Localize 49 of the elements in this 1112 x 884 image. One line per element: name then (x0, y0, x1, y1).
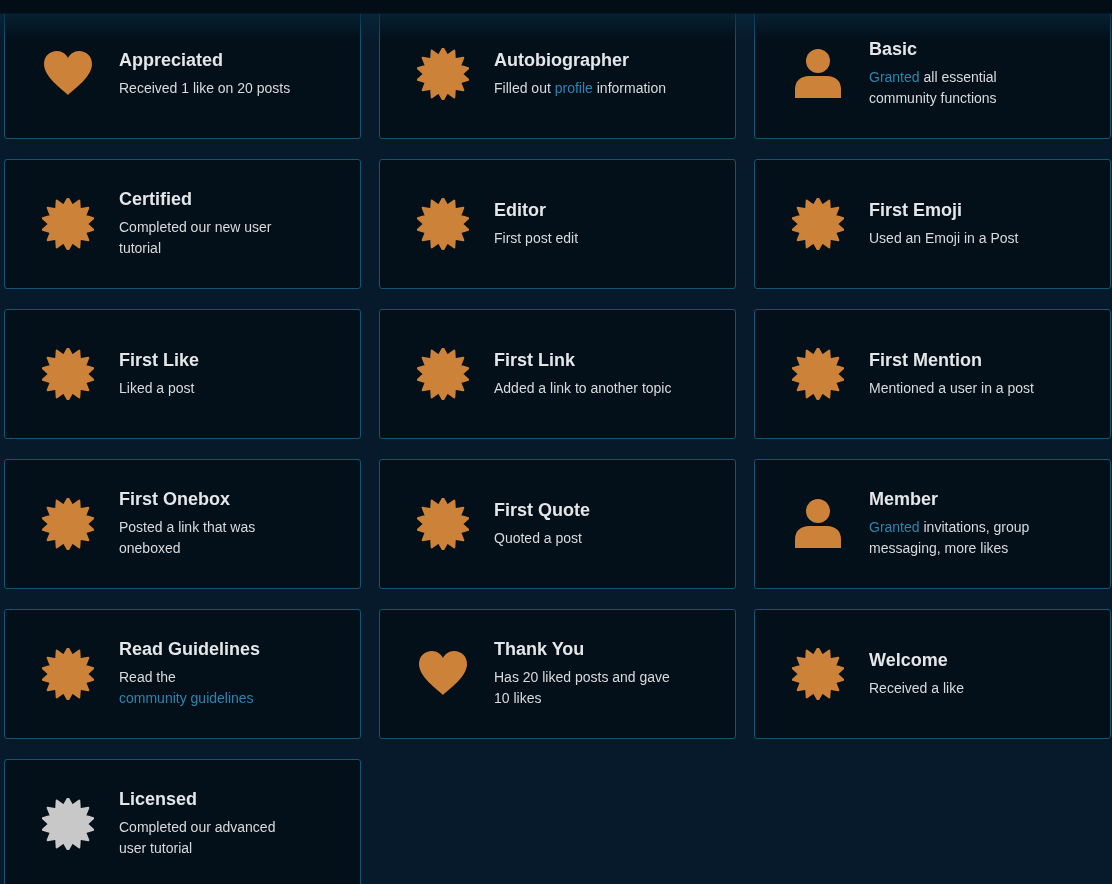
badge-title: Licensed (119, 789, 199, 810)
badge-title: First Onebox (119, 489, 231, 510)
badge-card[interactable]: Thank You Has 20 liked posts and gave 10 likes (379, 609, 736, 739)
badge-description: Granted invitations, group messaging, more likes (869, 518, 1031, 558)
badge-description: Granted all essential community functions (869, 68, 998, 108)
badge-card[interactable]: Licensed Completed our advanced user tutorial (4, 759, 361, 884)
badge-title: Thank You (494, 639, 586, 660)
badge-description: Posted a link that was oneboxed (119, 518, 257, 558)
badge-card[interactable]: Welcome Received a like (754, 609, 1111, 739)
badge-title: Basic (869, 39, 919, 60)
badge-card[interactable]: Read Guidelines Read the community guidelines (4, 609, 361, 739)
badge-card[interactable]: First Mention Mentioned a user in a post (754, 309, 1111, 439)
badge-description: Received 1 like on 20 posts (119, 78, 292, 98)
badge-description: Quoted a post (494, 528, 583, 548)
badge-title: Editor (494, 199, 547, 221)
badge-title: Autobiographer (494, 49, 630, 71)
link[interactable]: profile (554, 79, 593, 96)
badge-description: Added a link to another topic (494, 378, 673, 398)
badge-title: First Mention (869, 349, 983, 371)
badge-card[interactable]: Certified Completed our new user tutorial (4, 159, 361, 289)
badge-card[interactable]: First Like Liked a post (4, 309, 361, 439)
link[interactable]: Granted (869, 519, 920, 535)
badge-description: Completed our new user tutorial (119, 218, 273, 258)
badge-description: Filled out profile information (494, 78, 667, 98)
badge-card[interactable]: First Link Added a link to another topic (379, 309, 736, 439)
badge-title: Read Guidelines (119, 639, 262, 660)
badge-title: First Link (494, 349, 576, 371)
badge-title: Certified (119, 189, 193, 210)
badge-title: Member (869, 489, 940, 510)
badge-description: Has 20 liked posts and gave 10 likes (494, 668, 671, 708)
badge-card[interactable]: First Quote Quoted a post (379, 459, 736, 589)
badge-title: Welcome (869, 649, 949, 671)
link[interactable]: Granted (869, 69, 920, 85)
badge-card[interactable]: Member Granted invitations, group messaging, more likes (754, 459, 1111, 589)
badge-title: First Quote (494, 499, 591, 521)
badge-card[interactable]: First Emoji Used an Emoji in a Post (754, 159, 1111, 289)
badge-description: Completed our advanced user tutorial (119, 818, 277, 858)
badge-title: Appreciated (119, 49, 225, 71)
badge-title: First Emoji (869, 199, 963, 221)
link[interactable]: community guidelines (119, 690, 254, 706)
badge-card[interactable]: Editor First post edit (379, 159, 736, 289)
badge-description: First post edit (494, 228, 580, 248)
badge-description: Read the community guidelines (119, 668, 255, 708)
badge-description: Received a like (869, 678, 965, 698)
badge-card[interactable]: First Onebox Posted a link that was oneboxed (4, 459, 361, 589)
badge-description: Liked a post (119, 378, 196, 398)
badge-title: First Like (119, 349, 201, 371)
badge-description: Used an Emoji in a Post (869, 228, 1020, 248)
badge-description: Mentioned a user in a post (869, 378, 1035, 398)
